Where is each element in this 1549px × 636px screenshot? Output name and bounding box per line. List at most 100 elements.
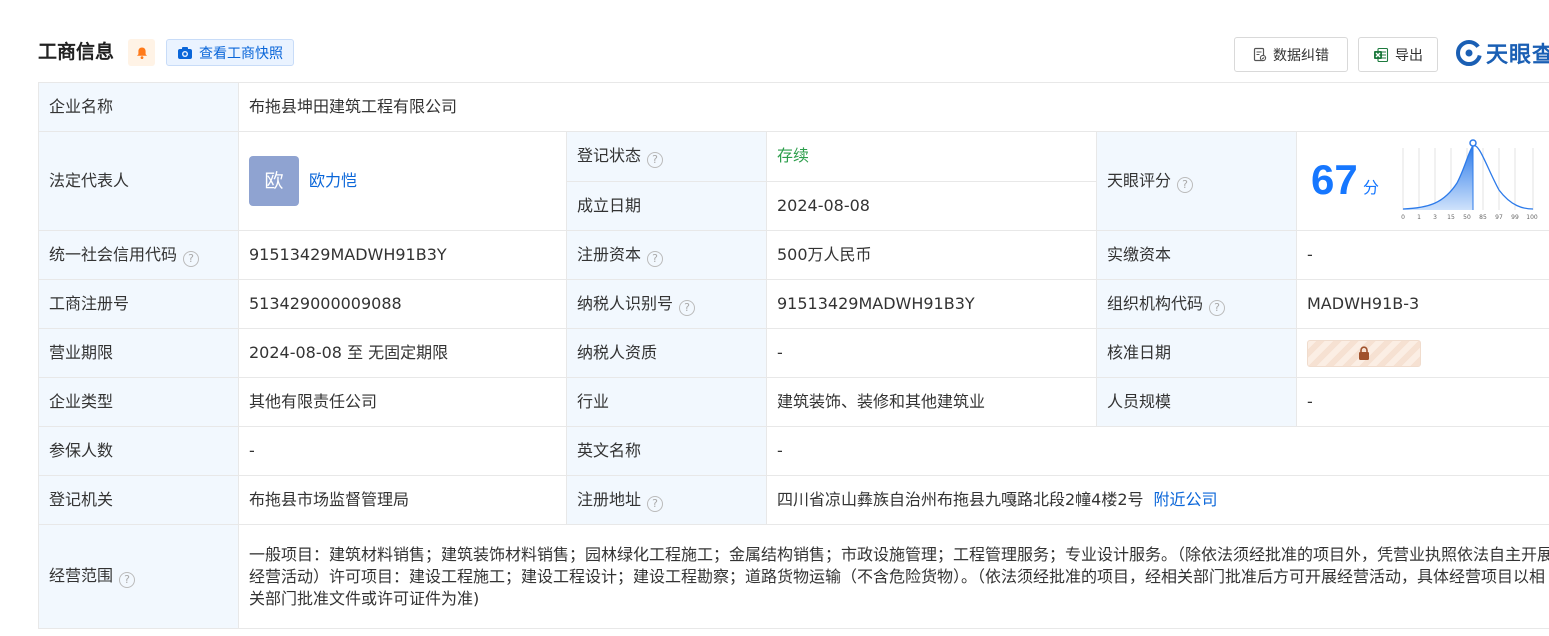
credit-code-label: 统一社会信用代码: [49, 244, 178, 264]
industry-label: 行业: [566, 377, 767, 427]
nearby-companies-link[interactable]: 附近公司: [1154, 490, 1218, 509]
help-icon[interactable]: ?: [647, 495, 664, 512]
company-type-label: 企业类型: [38, 377, 239, 427]
biz-term-value: 2024-08-08 至 无固定期限: [238, 328, 567, 378]
logo-icon: [1456, 40, 1482, 66]
score-cell: 67 分 0 1 3 15 50 85 97 99 100: [1295, 131, 1549, 231]
camera-icon: [178, 46, 192, 59]
score-label-cell: 天眼评分?: [1096, 131, 1297, 231]
excel-icon: [1374, 47, 1389, 62]
status-badge: 存续: [777, 146, 810, 166]
paid-capital-value: -: [1295, 230, 1549, 280]
reg-capital-value: 500万人民币: [766, 230, 1097, 280]
reg-number-label: 工商注册号: [38, 279, 239, 329]
section-header: 工商信息 查看工商快照 数据纠错 导出 天眼查: [0, 0, 1549, 82]
table-row: 企业类型 其他有限责任公司 行业 建筑装饰、装修和其他建筑业 人员规模 -: [38, 377, 1549, 427]
reg-address-cell: 四川省凉山彝族自治州布拖县九嘎路北段2幢4楼2号 附近公司: [765, 475, 1549, 525]
help-icon[interactable]: ?: [119, 572, 136, 588]
help-icon[interactable]: ?: [647, 250, 664, 267]
score-tick: 50: [1463, 214, 1471, 221]
logo-text: 天眼查: [1486, 43, 1549, 68]
section-title: 工商信息: [38, 41, 115, 63]
avatar[interactable]: 欧: [249, 156, 299, 206]
reg-status-label-cell: 登记状态?: [566, 131, 767, 182]
english-name-label: 英文名称: [566, 426, 767, 476]
reg-address-label: 注册地址: [577, 489, 642, 509]
score-tick: 99: [1511, 214, 1519, 221]
help-icon[interactable]: ?: [647, 151, 664, 168]
credit-code-value: 91513429MADWH91B3Y: [238, 230, 567, 280]
staff-size-value: -: [1295, 377, 1549, 427]
view-snapshot-label: 查看工商快照: [199, 45, 283, 62]
reg-authority-value: 布拖县市场监督管理局: [238, 475, 567, 525]
company-type-value: 其他有限责任公司: [238, 377, 567, 427]
english-name-value: -: [765, 426, 1549, 476]
locked-content-button[interactable]: [1307, 339, 1421, 367]
reg-status-cell: 存续: [766, 131, 1097, 182]
legal-rep-cell: 欧 欧力恺: [238, 131, 567, 231]
data-correction-button[interactable]: 数据纠错: [1234, 37, 1348, 72]
taxpayer-id-label: 纳税人识别号: [577, 293, 674, 313]
table-row: 法定代表人 欧 欧力恺 登记状态? 存续 天眼评分? 67 分 0 1 3 15…: [38, 131, 1549, 231]
reg-number-value: 513429000009088: [238, 279, 567, 329]
taxpayer-id-label-cell: 纳税人识别号?: [566, 279, 767, 329]
biz-term-label: 营业期限: [38, 328, 239, 378]
staff-size-label: 人员规模: [1096, 377, 1297, 427]
subscribe-button[interactable]: [128, 39, 155, 66]
org-code-value: MADWH91B-3: [1295, 279, 1549, 329]
table-row: 登记机关 布拖县市场监督管理局 注册地址? 四川省凉山彝族自治州布拖县九嘎路北段…: [38, 475, 1549, 525]
table-row: 营业期限 2024-08-08 至 无固定期限 纳税人资质 - 核准日期: [38, 328, 1549, 378]
table-row: 工商注册号 513429000009088 纳税人识别号? 91513429MA…: [38, 279, 1549, 329]
reg-capital-label: 注册资本: [577, 244, 642, 264]
business-info-table: 企业名称 布拖县坤田建筑工程有限公司 法定代表人 欧 欧力恺 登记状态? 存续 …: [38, 82, 1549, 629]
score-tick: 0: [1401, 214, 1405, 221]
score-tick: 1: [1417, 214, 1421, 221]
reg-address-label-cell: 注册地址?: [566, 475, 767, 525]
help-icon[interactable]: ?: [183, 250, 200, 267]
table-row: 经营范围? 一般项目：建筑材料销售；建筑装饰材料销售；园林绿化工程施工；金属结构…: [38, 524, 1549, 629]
approve-date-label: 核准日期: [1096, 328, 1297, 378]
score-unit: 分: [1363, 178, 1380, 197]
export-button[interactable]: 导出: [1358, 37, 1438, 72]
score-tick: 97: [1495, 214, 1503, 221]
tianyancha-logo: 天眼查: [1456, 38, 1549, 68]
company-name-value: 布拖县坤田建筑工程有限公司: [237, 82, 1549, 132]
help-icon[interactable]: ?: [679, 299, 696, 316]
industry-value: 建筑装饰、装修和其他建筑业: [766, 377, 1097, 427]
table-row: 企业名称 布拖县坤田建筑工程有限公司: [38, 82, 1549, 132]
score-tick: 85: [1479, 214, 1487, 221]
help-icon[interactable]: ?: [1209, 299, 1226, 316]
table-row: 统一社会信用代码? 91513429MADWH91B3Y 注册资本? 500万人…: [38, 230, 1549, 280]
score-tick: 3: [1433, 214, 1437, 221]
biz-scope-label-cell: 经营范围?: [38, 524, 239, 629]
taxpayer-qual-value: -: [766, 328, 1097, 378]
biz-scope-value: 一般项目：建筑材料销售；建筑装饰材料销售；园林绿化工程施工；金属结构销售；市政设…: [237, 524, 1549, 629]
taxpayer-qual-label: 纳税人资质: [566, 328, 767, 378]
est-date-value: 2024-08-08: [766, 180, 1097, 231]
paid-capital-label: 实缴资本: [1096, 230, 1297, 280]
est-date-label: 成立日期: [566, 180, 767, 231]
legal-rep-label: 法定代表人: [38, 131, 239, 231]
score-tick: 100: [1526, 214, 1538, 221]
insured-label: 参保人数: [38, 426, 239, 476]
lock-icon: [1359, 346, 1369, 360]
org-code-label-cell: 组织机构代码?: [1096, 279, 1297, 329]
score-value: 67: [1311, 156, 1358, 203]
approve-date-cell: [1295, 328, 1549, 378]
score-tick: 15: [1447, 214, 1455, 221]
legal-rep-name-link[interactable]: 欧力恺: [309, 170, 357, 192]
view-snapshot-button[interactable]: 查看工商快照: [166, 39, 294, 66]
reg-address-value: 四川省凉山彝族自治州布拖县九嘎路北段2幢4楼2号: [777, 490, 1144, 509]
data-correction-label: 数据纠错: [1273, 47, 1329, 64]
export-label: 导出: [1395, 47, 1423, 64]
company-name-label: 企业名称: [38, 82, 239, 132]
help-icon[interactable]: ?: [1177, 176, 1194, 193]
table-row: 参保人数 - 英文名称 -: [38, 426, 1549, 476]
biz-scope-label: 经营范围: [49, 566, 114, 585]
insured-value: -: [238, 426, 567, 476]
taxpayer-id-value: 91513429MADWH91B3Y: [766, 279, 1097, 329]
score-distribution-chart[interactable]: 0 1 3 15 50 85 97 99 100: [1399, 138, 1539, 222]
credit-code-label-cell: 统一社会信用代码?: [38, 230, 239, 280]
edit-document-icon: [1253, 47, 1267, 62]
org-code-label: 组织机构代码: [1107, 293, 1204, 313]
